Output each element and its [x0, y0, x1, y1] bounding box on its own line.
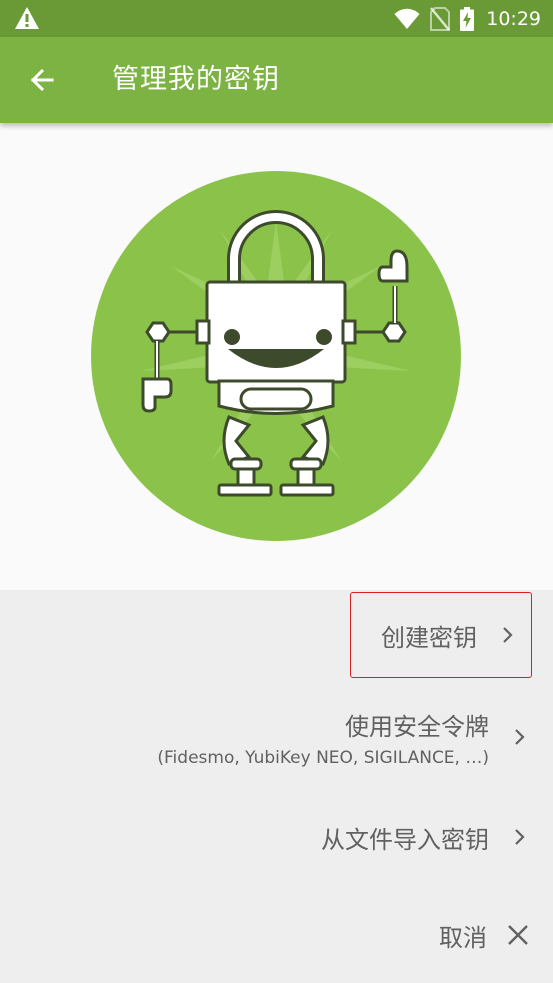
- import-from-file-label: 从文件导入密钥: [321, 825, 489, 854]
- create-key-label: 创建密钥: [381, 623, 477, 652]
- chevron-right-icon: [515, 729, 525, 745]
- chevron-right-icon: [503, 627, 513, 643]
- close-icon: [508, 925, 528, 945]
- security-token-label: 使用安全令牌: [345, 712, 489, 741]
- padlock-robot-illustration: [91, 171, 461, 541]
- action-list: 创建密钥 使用安全令牌 (Fidesmo, YubiKey NEO, SIGIL…: [0, 590, 553, 983]
- clock: 10:29: [486, 7, 541, 30]
- create-key-button[interactable]: 创建密钥: [350, 592, 532, 678]
- page-title: 管理我的密钥: [112, 64, 280, 95]
- cancel-button[interactable]: 取消: [439, 910, 531, 960]
- arrow-left-icon[interactable]: [22, 60, 62, 100]
- status-bar: 10:29: [0, 0, 553, 37]
- wifi-icon: [394, 8, 420, 29]
- battery-charging-icon: [460, 6, 475, 31]
- warning-icon: [15, 7, 39, 29]
- no-sim-icon: [430, 6, 451, 31]
- import-from-file-button[interactable]: 从文件导入密钥: [321, 812, 531, 862]
- chevron-right-icon: [515, 829, 525, 845]
- app-bar: 管理我的密钥: [0, 37, 553, 123]
- cancel-label: 取消: [439, 923, 487, 952]
- security-token-sublabel: (Fidesmo, YubiKey NEO, SIGILANCE, …): [157, 747, 489, 768]
- status-icons: 10:29: [394, 0, 541, 37]
- use-security-token-button[interactable]: 使用安全令牌 (Fidesmo, YubiKey NEO, SIGILANCE,…: [157, 702, 531, 772]
- hero-section: [0, 123, 553, 590]
